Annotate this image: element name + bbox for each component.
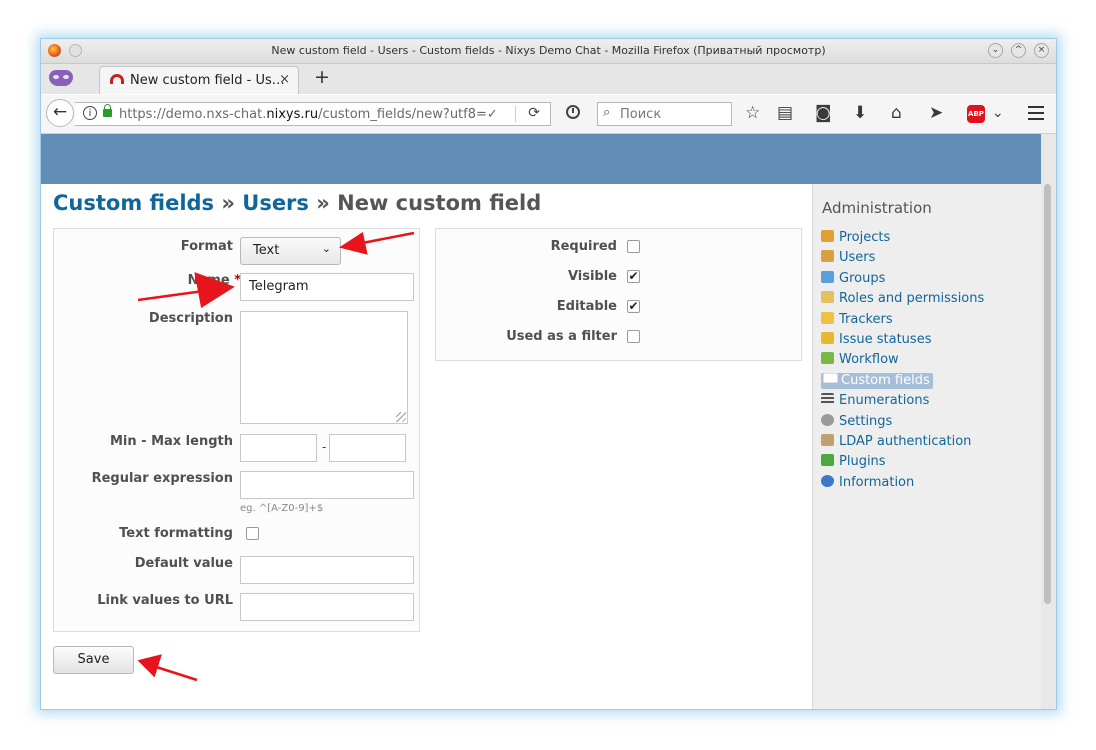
save-arrow-head	[137, 654, 162, 678]
annotation-arrows	[137, 231, 415, 682]
format-arrow-head	[338, 231, 368, 255]
name-arrow-head	[194, 272, 235, 309]
